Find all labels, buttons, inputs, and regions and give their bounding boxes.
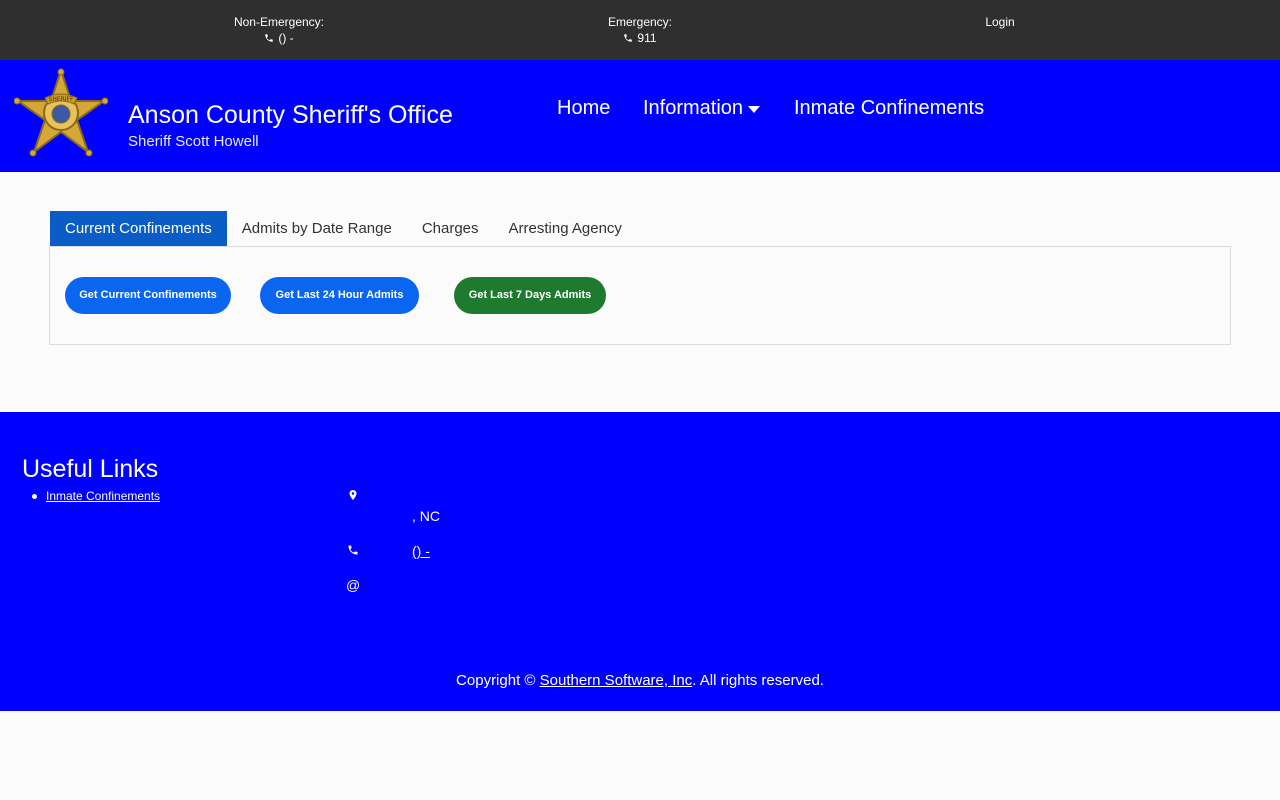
non-emergency-phone[interactable]: () - bbox=[278, 30, 293, 46]
emergency-phone[interactable]: 911 bbox=[637, 30, 656, 46]
bullet-icon bbox=[32, 494, 37, 499]
sheriff-star-badge-logo[interactable]: SHERIFF bbox=[14, 68, 108, 158]
top-info-bar: Non-Emergency: () - Emergency: 911 Login bbox=[0, 0, 1280, 60]
nav-inmate-confinements[interactable]: Inmate Confinements bbox=[794, 96, 984, 120]
useful-links-list: Inmate Confinements bbox=[32, 488, 160, 504]
non-emergency-contact: Non-Emergency: () - bbox=[179, 14, 379, 47]
tab-charges[interactable]: Charges bbox=[407, 211, 494, 246]
footer-address: , NC bbox=[412, 508, 440, 524]
tab-current-confinements[interactable]: Current Confinements bbox=[50, 211, 227, 246]
svg-text:SHERIFF: SHERIFF bbox=[49, 96, 75, 103]
phone-icon bbox=[348, 545, 358, 555]
emergency-contact: Emergency: 911 bbox=[540, 14, 740, 47]
site-footer: Useful Links Inmate Confinements , NC ()… bbox=[0, 412, 1280, 711]
nav-home[interactable]: Home bbox=[557, 96, 610, 120]
caret-down-icon bbox=[748, 105, 761, 113]
map-pin-icon bbox=[349, 490, 357, 500]
site-subtitle: Sheriff Scott Howell bbox=[128, 133, 259, 150]
phone-icon bbox=[624, 34, 633, 42]
southern-software-link[interactable]: Southern Software, Inc bbox=[540, 672, 693, 689]
login-link[interactable]: Login bbox=[900, 14, 1100, 30]
site-title[interactable]: Anson County Sheriff's Office bbox=[128, 100, 453, 130]
email-at-icon: @ bbox=[346, 577, 361, 593]
get-last-7-days-admits-button[interactable]: Get Last 7 Days Admits bbox=[454, 277, 606, 314]
footer-phone-link[interactable]: () - bbox=[412, 543, 430, 559]
phone-icon bbox=[265, 34, 274, 42]
copyright-notice: Copyright © Southern Software, Inc. All … bbox=[456, 672, 824, 689]
site-header: SHERIFF Anson County Sheriff's Office Sh… bbox=[0, 60, 1280, 172]
tab-admits-by-date-range[interactable]: Admits by Date Range bbox=[227, 211, 407, 246]
tab-arresting-agency[interactable]: Arresting Agency bbox=[494, 211, 637, 246]
tab-panel-current-confinements: Get Current Confinements Get Last 24 Hou… bbox=[49, 246, 1231, 345]
footer-link-inmate-confinements[interactable]: Inmate Confinements bbox=[46, 489, 160, 503]
non-emergency-label: Non-Emergency: bbox=[233, 15, 325, 29]
get-last-24-hour-admits-button[interactable]: Get Last 24 Hour Admits bbox=[260, 277, 419, 314]
emergency-label: Emergency: bbox=[607, 15, 673, 29]
nav-information-dropdown[interactable]: Information bbox=[643, 96, 761, 120]
useful-links-heading: Useful Links bbox=[22, 455, 159, 483]
confinement-tabs: Current Confinements Admits by Date Rang… bbox=[50, 211, 637, 246]
get-current-confinements-button[interactable]: Get Current Confinements bbox=[65, 277, 231, 314]
nav-information-label: Information bbox=[643, 97, 744, 119]
